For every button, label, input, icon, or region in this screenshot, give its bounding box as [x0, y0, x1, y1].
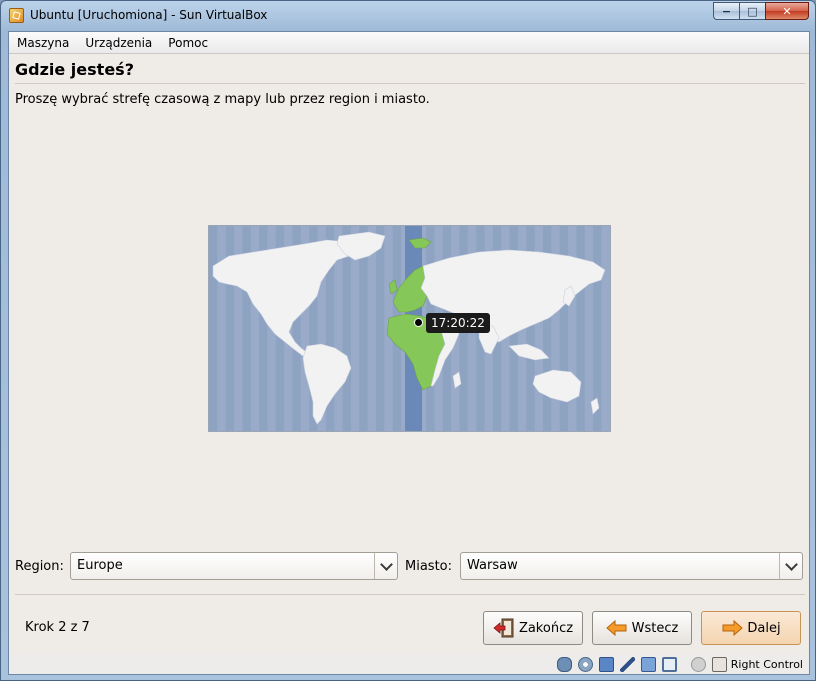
city-combobox[interactable]: Warsaw: [460, 552, 803, 580]
chevron-down-icon[interactable]: [779, 553, 802, 579]
step-indicator: Krok 2 z 7: [25, 620, 90, 635]
region-combobox[interactable]: Europe: [70, 552, 398, 580]
exit-door-icon: [493, 618, 515, 638]
quit-button[interactable]: Zakończ: [483, 611, 583, 645]
window-controls: − □ ✕: [713, 2, 809, 21]
next-button-label: Dalej: [747, 620, 781, 636]
divider: [15, 83, 805, 84]
display-icon[interactable]: [661, 656, 677, 672]
guest-screen: Gdzie jesteś? Proszę wybrać strefę czaso…: [9, 54, 809, 654]
city-value: Warsaw: [467, 558, 518, 573]
host-key-icon: [711, 656, 727, 672]
close-button[interactable]: ✕: [765, 2, 809, 20]
local-time-label: 17:20:22: [426, 313, 490, 333]
page-title: Gdzie jesteś?: [15, 60, 134, 79]
shared-folder-icon[interactable]: [640, 656, 656, 672]
arrow-right-icon: [721, 619, 744, 637]
menu-maszyna[interactable]: Maszyna: [9, 36, 77, 50]
optical-disk-icon[interactable]: [577, 656, 593, 672]
window-client: Maszyna Urządzenia Pomoc Gdzie jesteś? P…: [8, 31, 810, 675]
virtualbox-window: Ubuntu [Uruchomiona] - Sun VirtualBox − …: [0, 0, 816, 681]
usb-icon[interactable]: [619, 656, 635, 672]
status-bar: Right Control: [9, 654, 809, 674]
instruction-text: Proszę wybrać strefę czasową z mapy lub …: [15, 92, 430, 107]
region-value: Europe: [77, 558, 123, 573]
host-key-label: Right Control: [730, 657, 803, 671]
menu-urzadzenia[interactable]: Urządzenia: [77, 36, 160, 50]
virtualbox-app-icon: [9, 8, 24, 23]
back-button-label: Wstecz: [631, 620, 679, 636]
city-label: Miasto:: [405, 559, 452, 574]
menu-pomoc[interactable]: Pomoc: [160, 36, 216, 50]
chevron-down-icon[interactable]: [374, 553, 397, 579]
quit-button-label: Zakończ: [518, 620, 574, 636]
back-button[interactable]: Wstecz: [592, 611, 692, 645]
timezone-map[interactable]: [208, 225, 611, 432]
mouse-integration-icon[interactable]: [690, 656, 706, 672]
hard-disk-icon[interactable]: [556, 656, 572, 672]
title-bar[interactable]: Ubuntu [Uruchomiona] - Sun VirtualBox − …: [1, 1, 815, 31]
minimize-button[interactable]: −: [713, 2, 739, 20]
network-icon[interactable]: [598, 656, 614, 672]
maximize-button[interactable]: □: [739, 2, 765, 20]
selected-city-marker[interactable]: [414, 318, 423, 327]
divider: [15, 594, 805, 595]
arrow-left-icon: [605, 619, 628, 637]
menu-bar: Maszyna Urządzenia Pomoc: [9, 32, 809, 54]
next-button[interactable]: Dalej: [701, 611, 801, 645]
region-label: Region:: [15, 559, 64, 574]
window-title: Ubuntu [Uruchomiona] - Sun VirtualBox: [30, 8, 268, 22]
world-map-graphic: [209, 226, 610, 431]
